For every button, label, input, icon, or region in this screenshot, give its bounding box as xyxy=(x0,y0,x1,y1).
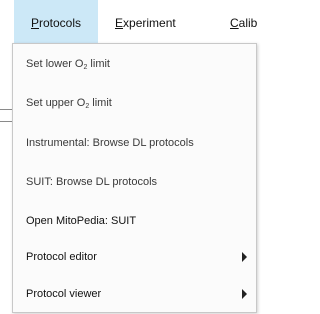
protocol-editor-label: Protocol editor xyxy=(26,251,97,263)
menu-item-open-mitopedia-suit[interactable]: Open MitoPedia: SUIT xyxy=(13,207,256,235)
protocols-dropdown-menu: Set lower O2 limit Set upper O2 limit In… xyxy=(12,43,257,313)
menu-protocols[interactable]: Protocols xyxy=(14,0,98,44)
menu-calib[interactable]: Calib xyxy=(230,0,257,44)
chevron-right-icon xyxy=(242,252,247,262)
menu-item-set-lower-o2-limit[interactable]: Set lower O2 limit xyxy=(13,50,256,78)
menu-experiment-label: xperiment xyxy=(123,16,176,30)
menu-calib-label: alib xyxy=(238,16,258,30)
menu-calib-mnemonic: C xyxy=(230,16,239,30)
protocol-viewer-label: Protocol viewer xyxy=(26,288,102,300)
set-lower-suffix: limit xyxy=(87,58,110,70)
menu-experiment[interactable]: Experiment xyxy=(115,0,176,44)
menu-item-protocol-editor[interactable]: Protocol editor xyxy=(13,243,256,271)
menu-item-set-upper-o2-limit[interactable]: Set upper O2 limit xyxy=(13,89,256,117)
set-upper-prefix: Set upper O xyxy=(26,97,86,109)
background-divider xyxy=(0,121,12,122)
menu-bar: Protocols Experiment Calib xyxy=(0,0,258,44)
menu-experiment-mnemonic: E xyxy=(115,16,124,30)
menu-protocols-mnemonic: P xyxy=(30,16,39,30)
set-lower-prefix: Set lower O xyxy=(26,58,84,70)
chevron-right-icon xyxy=(242,289,247,299)
menu-item-suit-browse[interactable]: SUIT: Browse DL protocols xyxy=(13,168,256,196)
set-upper-suffix: limit xyxy=(89,97,112,109)
menu-protocols-label: rotocols xyxy=(38,16,82,30)
menu-item-protocol-viewer[interactable]: Protocol viewer xyxy=(13,280,256,308)
background-divider xyxy=(0,109,12,110)
menu-item-instrumental-browse[interactable]: Instrumental: Browse DL protocols xyxy=(13,129,256,157)
